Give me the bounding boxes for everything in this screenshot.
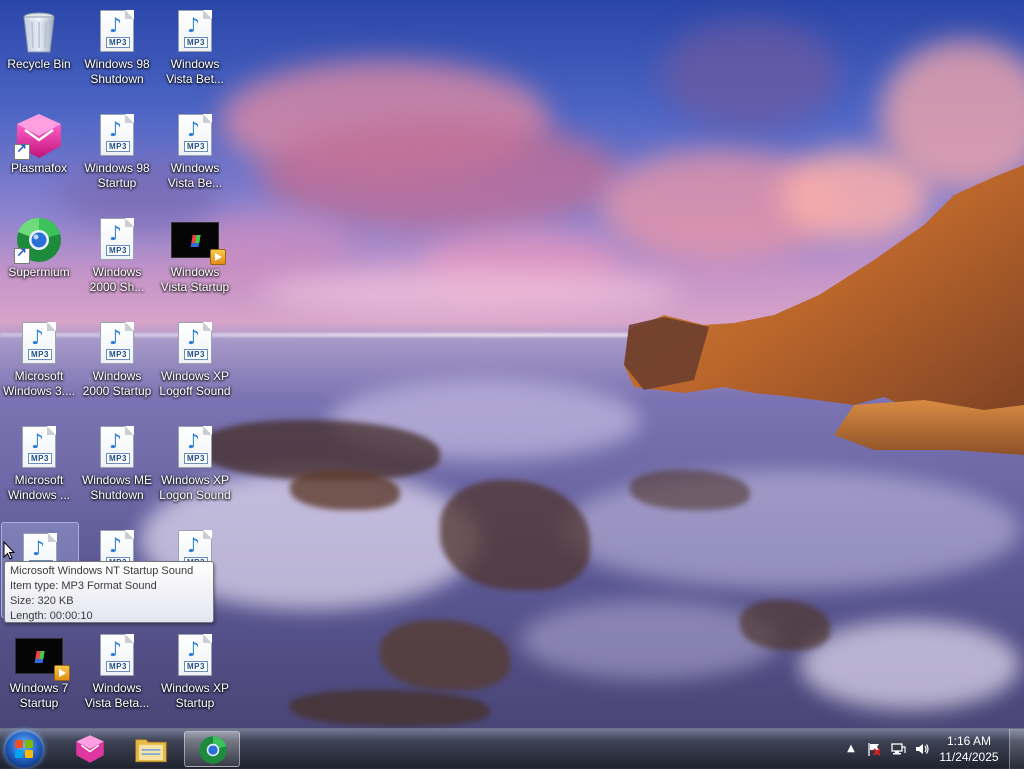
video-file-item[interactable]: Windows 7 Startup — [0, 624, 78, 720]
mp3-file-item[interactable]: ♪ MP3 Windows 98 Startup — [78, 104, 156, 200]
video-file-item[interactable]: Windows Vista Startup — [156, 208, 234, 304]
windows-start-orb-icon — [15, 740, 33, 758]
mouse-cursor-icon — [3, 541, 15, 560]
mp3-file-icon: ♪MP3 — [178, 10, 212, 52]
icon-label: Microsoft Windows ... — [7, 473, 70, 502]
mp3-file-icon: ♪MP3 — [178, 634, 212, 676]
volume-icon[interactable] — [914, 741, 930, 757]
mp3-file-icon: ♪MP3 — [100, 10, 134, 52]
plasmafox-icon — [76, 735, 104, 763]
plasmafox-shortcut[interactable]: Plasmafox — [0, 104, 78, 200]
recycle-bin-icon — [23, 12, 55, 53]
mp3-file-icon: ♪MP3 — [100, 634, 134, 676]
icon-label: Windows Vista Startup — [160, 265, 230, 294]
supermium-shortcut[interactable]: Supermium — [0, 208, 78, 304]
mp3-file-item[interactable]: ♪ MP3 Microsoft Windows ... — [0, 416, 78, 512]
taskbar-explorer-button[interactable] — [123, 731, 179, 767]
taskbar: ▲ 1:16 AM 11/24/2025 — [0, 728, 1024, 769]
mp3-file-icon: ♪MP3 — [22, 426, 56, 468]
tooltip-title: Microsoft Windows NT Startup Sound — [10, 565, 194, 577]
media-badge-icon — [54, 665, 70, 681]
system-clock[interactable]: 1:16 AM 11/24/2025 — [934, 733, 1004, 765]
mp3-file-item[interactable]: ♪ MP3 Windows ME Shutdown — [78, 416, 156, 512]
mp3-file-item[interactable]: ♪ MP3 Windows Vista Be... — [156, 104, 234, 200]
icon-label: Windows 98 Shutdown — [84, 57, 150, 86]
mp3-file-item[interactable]: ♪ MP3 Windows 2000 Startup — [78, 312, 156, 408]
icon-label: Windows Vista Beta... — [84, 681, 150, 710]
icon-label: Supermium — [8, 265, 70, 279]
icon-label: Windows 98 Startup — [84, 161, 150, 190]
mp3-file-icon: ♪MP3 — [100, 114, 134, 156]
mp3-file-item[interactable]: ♪ MP3 Windows Vista Bet... — [156, 0, 234, 96]
video-file-icon — [171, 222, 226, 265]
media-badge-icon — [210, 249, 226, 265]
mp3-file-icon: ♪MP3 — [100, 322, 134, 364]
mp3-file-item[interactable]: ♪ MP3 Windows Vista Beta... — [78, 624, 156, 720]
icon-label: Windows XP Logoff Sound — [159, 369, 231, 398]
icon-label: Windows 7 Startup — [9, 681, 69, 710]
mp3-file-item[interactable]: ♪ MP3 Windows XP Logon Sound — [156, 416, 234, 512]
show-desktop-button[interactable] — [1009, 729, 1024, 769]
taskbar-supermium-button[interactable] — [184, 731, 240, 767]
start-button[interactable] — [4, 730, 44, 768]
clock-date: 11/24/2025 — [939, 750, 999, 764]
tooltip-item-type: Item type: MP3 Format Sound — [10, 580, 157, 592]
shortcut-arrow-icon — [14, 246, 30, 264]
recycle-bin-shortcut[interactable]: Recycle Bin — [0, 0, 78, 96]
icon-label: Recycle Bin — [7, 57, 71, 71]
file-explorer-icon — [135, 739, 167, 763]
mp3-file-item[interactable]: ♪ MP3 Windows 98 Shutdown — [78, 0, 156, 96]
tooltip-length: Length: 00:00:10 — [10, 610, 93, 622]
icon-label: Windows ME Shutdown — [81, 473, 152, 502]
mp3-file-item[interactable]: ♪ MP3 Windows XP Startup — [156, 624, 234, 720]
icon-label: Windows Vista Be... — [167, 161, 223, 190]
mp3-file-item[interactable]: ♪ MP3 Microsoft Windows 3.... — [0, 312, 78, 408]
icon-label: Windows XP Logon Sound — [159, 473, 231, 502]
icon-label: Plasmafox — [10, 161, 68, 175]
supermium-icon — [199, 736, 227, 764]
mp3-file-icon: ♪MP3 — [178, 426, 212, 468]
tooltip-size: Size: 320 KB — [10, 595, 74, 607]
icon-label: Windows 2000 Startup — [82, 369, 152, 398]
network-icon[interactable] — [890, 741, 906, 757]
file-info-tooltip: Microsoft Windows NT Startup Sound Item … — [4, 561, 214, 623]
clock-time: 1:16 AM — [946, 734, 992, 748]
show-hidden-icons-chevron[interactable]: ▲ — [843, 741, 859, 757]
icon-label: Windows 2000 Sh... — [89, 265, 145, 294]
mp3-file-icon: ♪MP3 — [22, 322, 56, 364]
icon-label: Windows Vista Bet... — [166, 57, 224, 86]
icon-label: Windows XP Startup — [160, 681, 230, 710]
mp3-file-icon: ♪MP3 — [178, 114, 212, 156]
shortcut-arrow-icon — [14, 142, 30, 160]
mp3-file-item[interactable]: ♪ MP3 Windows XP Logoff Sound — [156, 312, 234, 408]
mp3-file-icon: ♪MP3 — [100, 426, 134, 468]
taskbar-plasmafox-button[interactable] — [62, 731, 118, 767]
video-file-icon — [15, 638, 70, 681]
mp3-file-icon: ♪MP3 — [178, 322, 212, 364]
mp3-file-item[interactable]: ♪ MP3 Windows 2000 Sh... — [78, 208, 156, 304]
icon-label: Microsoft Windows 3.... — [2, 369, 76, 398]
mp3-file-icon: ♪MP3 — [100, 218, 134, 260]
action-center-flag-icon[interactable] — [866, 741, 882, 757]
